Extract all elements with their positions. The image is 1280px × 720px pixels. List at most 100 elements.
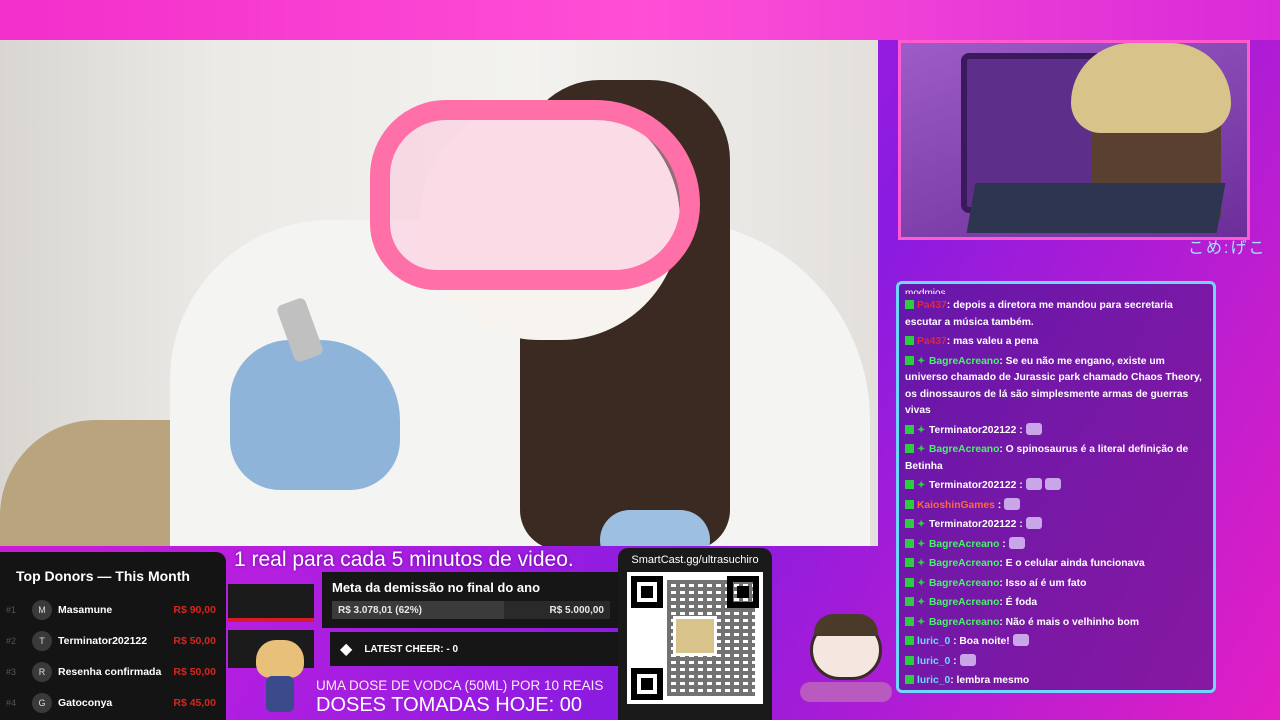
donor-name: Resenha confirmada: [58, 665, 162, 678]
qr-finder: [631, 576, 663, 608]
sub-badge-icon: ✦: [917, 558, 926, 569]
kick-badge-icon: [905, 538, 914, 548]
chat-panel[interactable]: modmios Pa437: depois a diretora me mand…: [896, 281, 1216, 693]
top-decor-band: [0, 0, 1280, 40]
chat-username[interactable]: Terminator202122: [929, 480, 1016, 491]
donor-avatar: M: [32, 599, 52, 620]
chat-message: luric_0: lembra mesmo: [905, 673, 1207, 690]
sub-badge-icon: ✦: [917, 480, 926, 491]
donor-amount: R$ 50,00: [173, 665, 216, 678]
chat-username[interactable]: BagreAcreano: [929, 356, 999, 367]
goal-current: R$ 3.078,01 (62%): [338, 604, 422, 616]
donor-amount: R$ 90,00: [173, 603, 216, 616]
chat-message: ✦ BagreAcreano: É foda: [905, 595, 1207, 612]
sub-badge-icon: ✦: [917, 616, 926, 628]
kick-badge-icon: [905, 519, 914, 528]
chat-username[interactable]: Terminator202122: [929, 519, 1016, 530]
chat-username[interactable]: BagreAcreano: [929, 539, 999, 550]
vodka-count-text: DOSES TOMADAS HOJE: 00: [316, 694, 583, 716]
cam-keyboard: [966, 183, 1226, 233]
donor-row: #2 T Terminator202122 R$ 50,00: [6, 625, 216, 656]
donor-list: #1 M Masamune R$ 90,00 #2 T Terminator202122 R$…: [6, 594, 216, 718]
donor-name: Masamune: [58, 603, 113, 616]
goal-title: Meta da demissão no final do ano: [332, 580, 541, 595]
chat-text: : Não é mais o velhinho bom: [999, 616, 1139, 628]
kick-badge-icon: [905, 300, 914, 309]
emote-icon: [1025, 422, 1042, 435]
chat-text: :: [999, 538, 1006, 550]
kick-badge-icon: [905, 480, 914, 489]
chat-username[interactable]: BagreAcreano: [929, 578, 999, 589]
kick-badge-icon: [905, 597, 914, 606]
chat-username[interactable]: Pa437: [917, 336, 947, 347]
safety-goggles: [370, 100, 700, 290]
chat-text: :: [1016, 424, 1023, 436]
emote-icon: [959, 653, 976, 666]
chat-message: KaioshinGames :: [905, 497, 1207, 515]
kick-badge-icon: [905, 499, 914, 509]
chat-message: ✦ Terminator202122 :: [905, 422, 1207, 440]
glove-hand: [230, 340, 400, 490]
streamer-hair: [1071, 43, 1231, 133]
donor-rank: #4: [6, 697, 17, 708]
diamond-icon: ◆: [340, 641, 353, 658]
chat-message: ✦ Terminator202122 :: [905, 517, 1207, 534]
chat-text: : Boa noite!: [950, 636, 1010, 647]
chat-username[interactable]: BagreAcreano: [929, 558, 999, 569]
vodka-rule-text: UMA DOSE DE VODCA (50ML) POR 10 REAIS: [316, 678, 604, 693]
goal-side-bar: [228, 584, 314, 622]
cat-mascot-skateboard: [800, 612, 892, 708]
chat-messages: Pa437: depois a diretora me mandou para …: [905, 298, 1207, 690]
chat-text: : É foda: [999, 597, 1038, 608]
donor-amount: R$ 45,00: [173, 696, 216, 709]
sub-badge-icon: ✦: [917, 519, 926, 530]
chat-message: ✦ BagreAcreano :: [905, 536, 1207, 554]
kick-badge-icon: [905, 577, 914, 587]
kick-badge-icon: [905, 336, 914, 345]
donor-row: #4 G Gatoconya R$ 45,00: [6, 687, 216, 718]
donor-avatar: G: [32, 692, 52, 713]
donor-row: #1 M Masamune R$ 90,00: [6, 594, 216, 625]
chat-message: ✦ BagreAcreano: Se eu não me engano, exis…: [905, 354, 1207, 420]
emote-icon: [1004, 497, 1021, 510]
chat-username[interactable]: KaioshinGames: [917, 500, 995, 511]
qr-code[interactable]: [627, 572, 763, 704]
chat-message: ✦ Terminator202122 :: [905, 478, 1207, 495]
sub-badge-icon: ✦: [917, 444, 926, 455]
chat-username[interactable]: BagreAcreano: [929, 444, 999, 455]
chat-username[interactable]: Terminator202122: [929, 425, 1016, 436]
kick-badge-icon: [905, 355, 914, 365]
chat-username[interactable]: luric_0: [917, 656, 950, 667]
donor-name: Gatoconya: [58, 696, 113, 709]
sub-badge-icon: ✦: [917, 597, 926, 608]
chat-cut-line: modmios: [905, 288, 946, 294]
chat-message: Pa437: depois a diretora me mandou para …: [905, 298, 1207, 331]
donor-avatar: T: [32, 630, 52, 651]
emote-icon: [1012, 634, 1029, 646]
qr-url-label: SmartCast.gg/ultrasuchiro: [631, 554, 759, 566]
qr-finder: [631, 668, 663, 700]
chat-message: ✦ BagreAcreano: Não é mais o velhinho bom: [905, 615, 1207, 632]
chat-text: :: [950, 655, 957, 667]
emote-icon: [1008, 536, 1025, 549]
chat-username[interactable]: Pa437: [917, 300, 947, 311]
donor-amount: R$ 50,00: [173, 634, 216, 647]
donor-row: #3 R Resenha confirmada R$ 50,00: [6, 656, 216, 687]
catgirl-mascot: [250, 636, 310, 720]
kick-badge-icon: [905, 558, 914, 567]
chat-username[interactable]: luric_0: [917, 636, 950, 647]
glove-hand-2: [600, 510, 710, 546]
chat-text: : lembra mesmo: [950, 675, 1030, 686]
chat-username[interactable]: luric_0: [917, 675, 950, 686]
goal-progress-bar: R$ 3.078,01 (62%) R$ 5.000,00: [332, 601, 610, 619]
sub-badge-icon: ✦: [917, 424, 926, 436]
chat-message: ✦ BagreAcreano: E o celular ainda funcion…: [905, 556, 1207, 573]
chat-text: :: [1016, 480, 1023, 491]
emote-icon: [1044, 478, 1061, 490]
chat-message: luric_0 : Boa noite!: [905, 634, 1207, 651]
chat-username[interactable]: BagreAcreano: [929, 597, 999, 608]
donor-avatar: R: [32, 661, 52, 682]
chat-username[interactable]: BagreAcreano: [929, 617, 999, 628]
main-video: [0, 40, 878, 546]
donor-name: Terminator202122: [58, 634, 148, 647]
